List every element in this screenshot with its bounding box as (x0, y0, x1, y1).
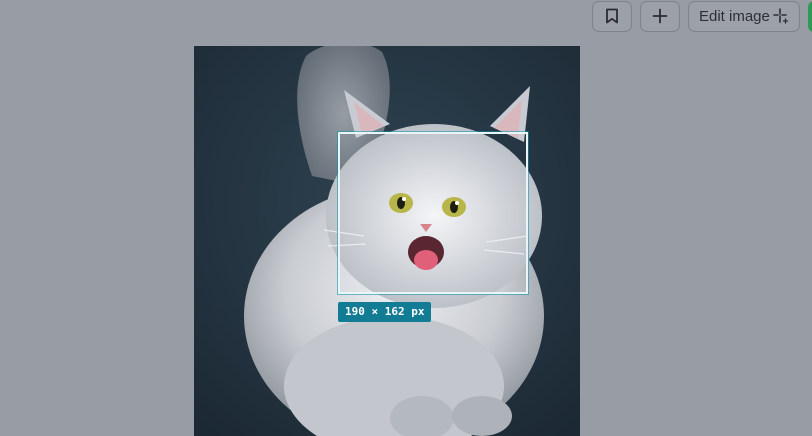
add-button[interactable] (640, 0, 680, 32)
sparkle-icon (773, 8, 789, 24)
image-editor-app: Edit image 190 × 162 px (0, 0, 812, 436)
bookmark-icon (605, 8, 619, 24)
bookmark-button[interactable] (592, 0, 632, 32)
crop-selection-box[interactable] (337, 131, 529, 295)
plus-icon (652, 8, 668, 24)
edit-image-button[interactable]: Edit image (688, 0, 800, 32)
top-toolbar: Edit image (592, 0, 812, 32)
primary-action-edge[interactable] (808, 0, 812, 32)
edit-image-label: Edit image (699, 7, 770, 25)
selection-size-label: 190 × 162 px (338, 302, 432, 322)
